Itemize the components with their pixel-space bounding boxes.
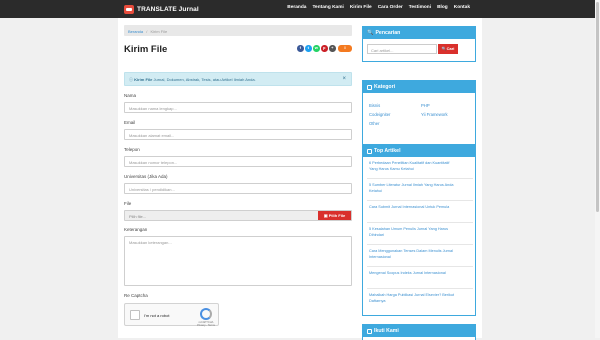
search-panel-header: 🔍 Pencarian	[363, 27, 475, 39]
kategori-codeigniter[interactable]: Codeigniter	[369, 112, 390, 117]
top-artikel-item[interactable]: Mahalkah Harga Publikasi Jurnal Elsevier…	[369, 293, 457, 304]
recaptcha-logo-icon	[200, 308, 212, 320]
divider	[367, 178, 473, 179]
brand-name: TRANSLATE Jurnal	[137, 5, 199, 13]
nav-kirim-file[interactable]: Kirim File	[350, 5, 372, 10]
search-button[interactable]: 🔍Cari	[438, 44, 458, 54]
label-universitas: Universitas (Jika Ada)	[124, 174, 168, 179]
search-panel-title: Pencarian	[375, 30, 401, 36]
divider	[367, 288, 473, 289]
twitter-icon[interactable]: t	[305, 45, 312, 52]
top-artikel-item[interactable]: 5 Sumber Literatur Jurnal Ilmiah Yang Ha…	[369, 183, 457, 194]
ikuti-kami-header: Ikuti Kami	[363, 325, 475, 337]
label-telepon: Telepon	[124, 147, 140, 152]
navbar: TRANSLATE Jurnal Beranda Tentang Kami Ki…	[0, 0, 600, 18]
nav-blog[interactable]: Blog	[437, 5, 448, 10]
kategori-panel: Kategori Bisnis PHP Codeigniter Yii Fram…	[362, 80, 476, 148]
file-placeholder: Pilih file...	[129, 214, 147, 219]
page-title: Kirim File	[124, 44, 168, 55]
nav-cara-order[interactable]: Cara Order	[378, 5, 403, 10]
scrollbar-thumb[interactable]	[596, 2, 599, 212]
brand-icon	[124, 4, 134, 14]
info-alert: ⓘ Kirim File Jurnal, Dokumen, Abstrak, T…	[124, 72, 352, 86]
search-icon: 🔍	[367, 30, 374, 36]
users-icon	[367, 328, 372, 334]
top-artikel-item[interactable]: Mengenal Scopus Indeks Jurnal Internasio…	[369, 271, 457, 277]
share-count: 0	[338, 45, 352, 52]
choose-file-button[interactable]: ▣ Pilih File	[318, 211, 351, 220]
pinterest-icon[interactable]: p	[321, 45, 328, 52]
page-container: Beranda / Kirim File Kirim File f t w p …	[118, 18, 482, 340]
top-artikel-header: Top Artikel	[363, 145, 475, 157]
nav-kontak[interactable]: Kontak	[454, 5, 470, 10]
recaptcha-brand: reCAPTCHA Privacy - Terms	[197, 321, 215, 327]
recaptcha-links[interactable]: Privacy - Terms	[197, 324, 215, 327]
top-artikel-item[interactable]: Cara Menggunakan Tenses Dalam Menulis Ju…	[369, 249, 457, 260]
universitas-input[interactable]: Universitas / pendidikan...	[124, 183, 352, 194]
share-icon[interactable]: +	[329, 45, 336, 52]
kategori-yii[interactable]: Yii Framework	[421, 112, 448, 117]
file-input[interactable]: Pilih file... ▣ Pilih File	[124, 210, 352, 221]
search-button-label: Cari	[446, 46, 455, 51]
choose-file-label: Pilih File	[328, 213, 346, 218]
facebook-icon[interactable]: f	[297, 45, 304, 52]
search-input[interactable]: Cari artikel...	[367, 44, 437, 54]
nav-menu: Beranda Tentang Kami Kirim File Cara Ord…	[287, 5, 470, 10]
top-artikel-item[interactable]: Cara Submit Jurnal Internasional Untuk P…	[369, 205, 457, 211]
kategori-other[interactable]: Other	[369, 121, 379, 126]
label-email: Email	[124, 120, 136, 125]
share-buttons: f t w p + 0	[297, 45, 352, 52]
close-icon[interactable]: ×	[342, 76, 346, 82]
whatsapp-icon[interactable]: w	[313, 45, 320, 52]
top-artikel-item[interactable]: 5 Kesalahan Umum Penulis Jurnal Yang Har…	[369, 227, 457, 238]
recaptcha-widget: I'm not a robot reCAPTCHA Privacy - Terms	[124, 303, 219, 327]
email-input[interactable]: Masukkan alamat email...	[124, 129, 352, 140]
nav-testimoni[interactable]: Testimoni	[409, 5, 431, 10]
divider	[367, 266, 473, 267]
search-panel: 🔍 Pencarian Cari artikel... 🔍Cari	[362, 26, 476, 62]
ikuti-kami-title: Ikuti Kami	[374, 328, 399, 334]
divider	[367, 222, 473, 223]
alert-bold: Kirim File	[134, 77, 153, 82]
nav-tentang-kami[interactable]: Tentang Kami	[312, 5, 343, 10]
breadcrumb-separator: /	[146, 28, 148, 34]
alert-text: Jurnal, Dokumen, Abstrak, Tesis, atau Ar…	[152, 77, 256, 82]
nama-input[interactable]: Masukkan nama lengkap...	[124, 102, 352, 113]
top-artikel-title: Top Artikel	[374, 148, 401, 154]
label-recaptcha: Re Captcha	[124, 293, 148, 298]
divider	[367, 200, 473, 201]
recaptcha-text: I'm not a robot	[144, 313, 170, 318]
kategori-panel-header: Kategori	[363, 81, 475, 93]
label-nama: Nama	[124, 93, 137, 98]
breadcrumb: Beranda / Kirim File	[124, 25, 352, 36]
nav-beranda[interactable]: Beranda	[287, 5, 306, 10]
kategori-bisnis[interactable]: Bisnis	[369, 103, 380, 108]
label-keterangan: Keterangan	[124, 227, 148, 232]
label-file: File	[124, 201, 132, 206]
divider	[367, 244, 473, 245]
top-artikel-item[interactable]: 6 Perbedaan Penelitian Kualitatif dan Ku…	[369, 161, 457, 172]
list-icon	[367, 148, 372, 154]
list-icon	[367, 84, 372, 90]
telepon-input[interactable]: Masukkan nomor telepon...	[124, 156, 352, 167]
breadcrumb-home[interactable]: Beranda	[128, 29, 143, 34]
breadcrumb-current: Kirim File	[150, 28, 168, 34]
keterangan-textarea[interactable]: Masukkan keterangan...	[124, 236, 352, 286]
recaptcha-checkbox[interactable]	[130, 310, 140, 320]
scrollbar[interactable]	[595, 0, 600, 338]
brand-logo[interactable]: TRANSLATE Jurnal	[124, 4, 199, 14]
kategori-php[interactable]: PHP	[421, 103, 430, 108]
top-artikel-panel: Top Artikel 6 Perbedaan Penelitian Kuali…	[362, 144, 476, 316]
kategori-panel-title: Kategori	[374, 84, 396, 90]
